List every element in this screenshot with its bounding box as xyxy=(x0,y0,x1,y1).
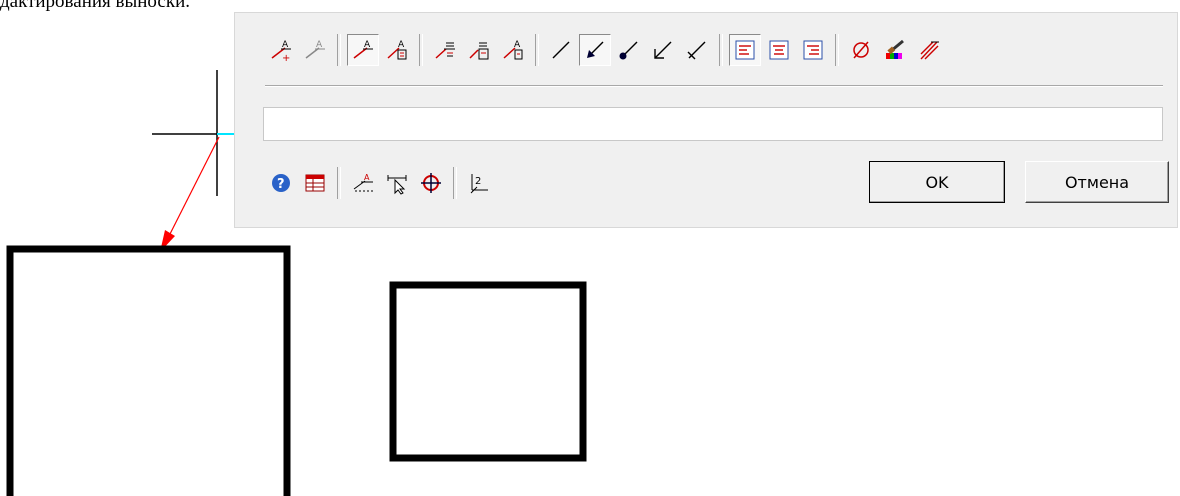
line-plain-button[interactable] xyxy=(545,34,577,66)
arrow-filled-button[interactable] xyxy=(579,34,611,66)
align-left-icon xyxy=(735,40,755,60)
table-icon xyxy=(305,174,325,192)
dot-end-button[interactable] xyxy=(613,34,645,66)
leader-text-icon: A xyxy=(387,40,407,60)
leader-style-icon: A xyxy=(353,40,373,59)
leader-style-button[interactable]: A xyxy=(347,34,379,66)
toolbar-separator xyxy=(453,167,457,199)
leader-line xyxy=(169,136,220,235)
svg-text:?: ? xyxy=(277,177,285,192)
align-right-button[interactable] xyxy=(797,34,829,66)
center-mark-icon xyxy=(421,173,441,193)
table-button[interactable] xyxy=(299,167,331,199)
leader-text-right-icon: A xyxy=(503,40,523,60)
leader-edit-panel: A + A A A A ? A 2 OK Отмена xyxy=(234,12,1178,228)
svg-text:+: + xyxy=(282,53,290,62)
arrow-filled-icon xyxy=(587,41,604,58)
align-left-button[interactable] xyxy=(729,34,761,66)
svg-text:2: 2 xyxy=(475,176,481,187)
subscript-icon: 2 xyxy=(470,174,488,194)
align-right-icon xyxy=(803,40,823,60)
align-center-button[interactable] xyxy=(763,34,795,66)
toolbar-row-1: A + A A A A xyxy=(265,31,947,69)
leader-text-input[interactable] xyxy=(263,107,1163,141)
help-button[interactable]: ? xyxy=(265,167,297,199)
leader-gray-icon: A xyxy=(305,40,325,59)
arrow-open-button[interactable] xyxy=(647,34,679,66)
arrow-tick-button[interactable] xyxy=(681,34,713,66)
subscript-button[interactable]: 2 xyxy=(463,167,495,199)
arrow-tick-icon xyxy=(687,41,706,60)
leader-text-above-icon xyxy=(435,42,455,59)
color-brush-icon xyxy=(886,39,904,59)
leader-text-above-button[interactable] xyxy=(429,34,461,66)
help-icon: ? xyxy=(272,174,290,192)
svg-text:A: A xyxy=(514,40,521,50)
toolbar-separator xyxy=(337,34,341,66)
toolbar-separator xyxy=(535,34,539,66)
select-cursor-icon xyxy=(387,175,407,195)
leader-shelf-button[interactable]: A xyxy=(347,167,379,199)
diameter-button[interactable] xyxy=(845,34,877,66)
toolbar-separator xyxy=(835,34,839,66)
toolbar-separator xyxy=(337,167,341,199)
large-square xyxy=(6,245,291,496)
leader-text-button[interactable]: A xyxy=(381,34,413,66)
toolbar-row-2: ? A 2 xyxy=(265,163,497,203)
align-center-icon xyxy=(769,40,789,60)
small-square xyxy=(389,281,587,462)
svg-text:A: A xyxy=(398,40,405,50)
toolbar-separator xyxy=(419,34,423,66)
select-cursor-button[interactable] xyxy=(381,167,413,199)
color-brush-button[interactable] xyxy=(879,34,911,66)
line-plain-icon xyxy=(552,41,570,59)
center-mark-button[interactable] xyxy=(415,167,447,199)
leader-text-right-button[interactable]: A xyxy=(497,34,529,66)
diameter-icon xyxy=(853,41,869,59)
leader-add-icon: A+ xyxy=(271,40,291,62)
toolbar-separator xyxy=(719,34,723,66)
ok-button[interactable]: OK xyxy=(869,161,1005,203)
dot-end-icon xyxy=(619,41,638,60)
cancel-button[interactable]: Отмена xyxy=(1025,161,1169,203)
leader-add-button[interactable]: A + xyxy=(265,34,297,66)
svg-text:A: A xyxy=(364,173,370,182)
arrow-open-icon xyxy=(654,41,672,59)
leader-gray-button[interactable]: A xyxy=(299,34,331,66)
leader-text-below-button[interactable] xyxy=(463,34,495,66)
leader-text-below-icon xyxy=(469,42,489,60)
leader-multi-icon xyxy=(920,41,939,60)
toolbar-divider xyxy=(265,85,1163,87)
leader-multi-button[interactable] xyxy=(913,34,945,66)
leader-shelf-icon: A xyxy=(353,173,373,192)
